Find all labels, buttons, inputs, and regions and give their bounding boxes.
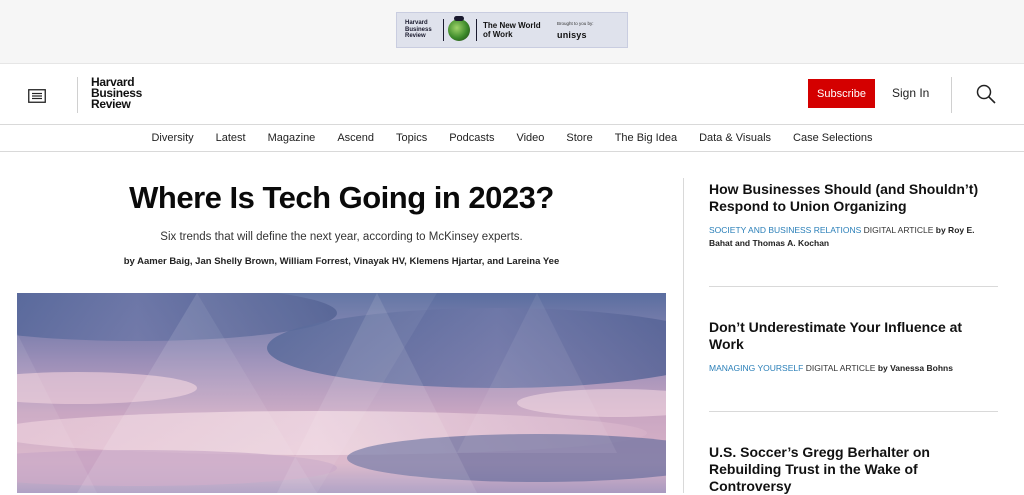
- menu-icon: [28, 89, 46, 103]
- nav-item-topics[interactable]: Topics: [396, 132, 427, 144]
- article-dek: Six trends that will define the next yea…: [160, 231, 523, 243]
- sidebar-story-meta: MANAGING YOURSELF DIGITAL ARTICLE by Van…: [709, 362, 999, 375]
- ad-banner[interactable]: Harvard Business Review The New World of…: [396, 12, 628, 48]
- hero-image[interactable]: [17, 293, 666, 493]
- globe-icon: [448, 16, 470, 41]
- sidebar-story-meta: SOCIETY AND BUSINESS RELATIONS DIGITAL A…: [709, 224, 999, 250]
- nav-item-magazine[interactable]: Magazine: [268, 132, 316, 144]
- search-button[interactable]: [976, 84, 996, 104]
- sidebar-story: How Businesses Should (and Shouldn’t) Re…: [709, 181, 999, 250]
- ad-hbr-logo: Harvard Business Review: [405, 20, 432, 40]
- ad-strip: Harvard Business Review The New World of…: [0, 0, 1024, 63]
- nav-item-store[interactable]: Store: [566, 132, 592, 144]
- nav-item-case-selections[interactable]: Case Selections: [793, 132, 873, 144]
- sidebar-divider: [709, 411, 998, 412]
- search-icon: [976, 84, 996, 104]
- article-byline: by Aamer Baig, Jan Shelly Brown, William…: [123, 256, 560, 267]
- ad-sponsor: Brought to you by: unisys: [557, 21, 594, 40]
- sidebar-story: U.S. Soccer’s Gregg Berhalter on Rebuild…: [709, 444, 999, 495]
- ad-separator: [476, 19, 477, 41]
- sidebar-story-type: DIGITAL ARTICLE: [805, 363, 876, 373]
- sidebar-story-topic[interactable]: SOCIETY AND BUSINESS RELATIONS: [709, 225, 861, 235]
- sidebar-story-type: DIGITAL ARTICLE: [863, 225, 934, 235]
- nav-item-video[interactable]: Video: [516, 132, 544, 144]
- header-divider: [951, 77, 952, 113]
- nav-item-data-visuals[interactable]: Data & Visuals: [699, 132, 771, 144]
- menu-button[interactable]: [28, 89, 46, 103]
- nav-item-big-idea[interactable]: The Big Idea: [615, 132, 677, 144]
- column-divider: [683, 178, 684, 493]
- sidebar-story-title[interactable]: How Businesses Should (and Shouldn’t) Re…: [709, 181, 999, 215]
- article-headline[interactable]: Where Is Tech Going in 2023?: [17, 180, 666, 216]
- ad-brought-label: Brought to you by:: [557, 20, 594, 26]
- main-nav: Diversity Latest Magazine Ascend Topics …: [0, 125, 1024, 152]
- sidebar-story-byline: by Vanessa Bohns: [877, 363, 953, 373]
- sidebar-story-title[interactable]: Don’t Underestimate Your Influence at Wo…: [709, 319, 999, 353]
- ad-title: The New World of Work: [483, 21, 541, 39]
- nav-item-podcasts[interactable]: Podcasts: [449, 132, 494, 144]
- sidebar-story-title[interactable]: U.S. Soccer’s Gregg Berhalter on Rebuild…: [709, 444, 999, 495]
- sidebar-divider: [709, 286, 998, 287]
- header-divider: [77, 77, 78, 113]
- sign-in-link[interactable]: Sign In: [892, 86, 929, 100]
- site-header: Harvard Business Review Subscribe Sign I…: [0, 63, 1024, 125]
- nav-item-diversity[interactable]: Diversity: [151, 132, 193, 144]
- hero-sky-illustration: [17, 293, 666, 493]
- ad-separator: [443, 19, 444, 41]
- ad-sponsor-name: unisys: [557, 29, 587, 40]
- subscribe-button[interactable]: Subscribe: [808, 79, 875, 108]
- nav-item-latest[interactable]: Latest: [216, 132, 246, 144]
- sidebar-story-topic[interactable]: MANAGING YOURSELF: [709, 363, 803, 373]
- sidebar-story: Don’t Underestimate Your Influence at Wo…: [709, 319, 999, 375]
- hbr-logo[interactable]: Harvard Business Review: [91, 76, 151, 110]
- nav-item-ascend[interactable]: Ascend: [337, 132, 374, 144]
